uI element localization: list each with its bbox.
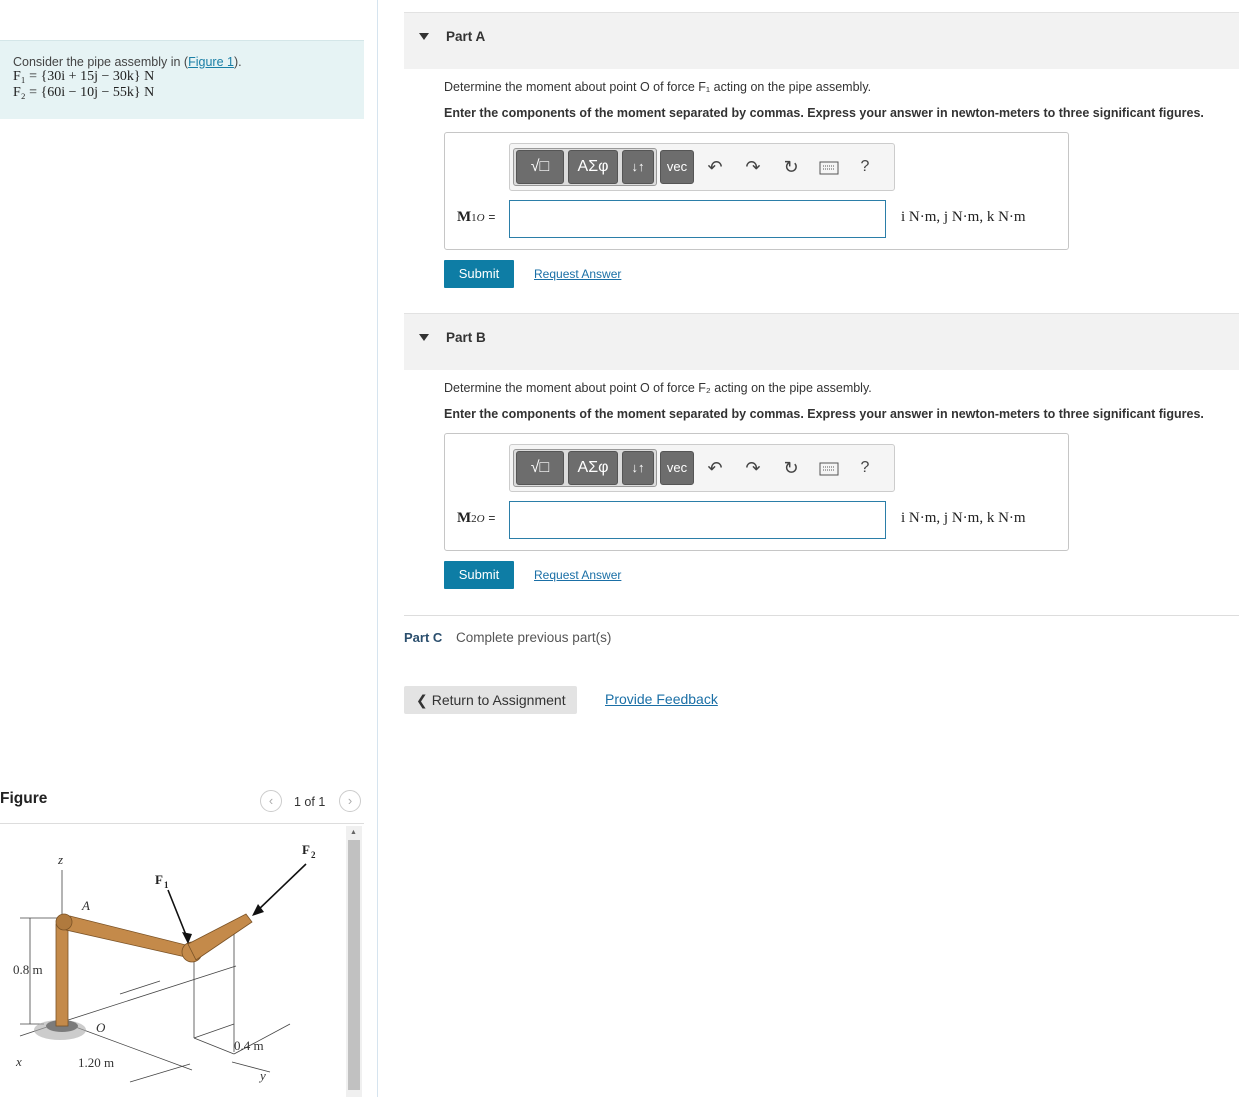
z-axis-label: z bbox=[57, 852, 63, 867]
redo-icon[interactable]: ↷ bbox=[738, 451, 768, 485]
figure-next-button[interactable]: › bbox=[339, 790, 361, 812]
vec-button[interactable]: vec bbox=[660, 451, 694, 485]
collapse-triangle-icon bbox=[419, 33, 429, 40]
help-icon[interactable]: ? bbox=[850, 451, 880, 485]
figure-title: Figure bbox=[0, 790, 48, 807]
provide-feedback-link[interactable]: Provide Feedback bbox=[605, 691, 718, 707]
chevron-left-icon: ❮ bbox=[416, 692, 428, 708]
force-f2: F₂ = {60i − 10j − 55k} N bbox=[13, 85, 155, 100]
part-c-title: Part C bbox=[404, 630, 443, 645]
part-c-desc: Complete previous part(s) bbox=[456, 630, 612, 645]
f2-sub: 2 bbox=[311, 850, 316, 860]
part-b-answer-input[interactable] bbox=[509, 501, 886, 539]
keyboard-icon[interactable] bbox=[814, 150, 844, 184]
f1-label: F bbox=[155, 872, 163, 887]
dim-120-label: 1.20 m bbox=[78, 1055, 114, 1070]
arrows-button[interactable]: ↓↑ bbox=[622, 150, 654, 184]
greek-button[interactable]: ΑΣφ bbox=[568, 150, 618, 184]
part-a-header[interactable]: Part A bbox=[404, 12, 1239, 69]
part-a-request-answer-link[interactable]: Request Answer bbox=[534, 267, 621, 281]
divider bbox=[404, 615, 1239, 616]
vec-button[interactable]: vec bbox=[660, 150, 694, 184]
y-axis-label: y bbox=[258, 1068, 266, 1083]
undo-icon[interactable]: ↶ bbox=[700, 150, 730, 184]
scrollbar-thumb[interactable] bbox=[348, 840, 360, 1090]
return-label: Return to Assignment bbox=[431, 692, 566, 708]
part-a-answer-input[interactable] bbox=[509, 200, 886, 238]
math-toolbar: √□ ΑΣφ ↓↑ vec ↶ ↷ ↻ ? bbox=[509, 143, 895, 191]
part-b-instruction: Enter the components of the moment separ… bbox=[444, 407, 1204, 421]
part-a-question: Determine the moment about point O of fo… bbox=[444, 80, 872, 94]
return-to-assignment-button[interactable]: ❮ Return to Assignment bbox=[404, 686, 577, 714]
redo-icon[interactable]: ↷ bbox=[738, 150, 768, 184]
part-a-instruction: Enter the components of the moment separ… bbox=[444, 106, 1204, 120]
pipe-assembly-figure: z A O x y F 1 F 2 0.8 m 1.20 m 0.4 m bbox=[0, 826, 346, 1097]
reset-icon[interactable]: ↻ bbox=[776, 451, 806, 485]
figure-header: Figure ‹ 1 of 1 › bbox=[0, 788, 364, 824]
problem-intro: Consider the pipe assembly in ( bbox=[13, 55, 189, 69]
part-b-units: i N·m, j N·m, k N·m bbox=[901, 510, 1026, 526]
templates-button[interactable]: √□ bbox=[516, 451, 564, 485]
part-b-title: Part B bbox=[446, 330, 486, 345]
part-b-submit-button[interactable]: Submit bbox=[444, 561, 514, 589]
figure-link[interactable]: Figure 1 bbox=[188, 55, 234, 69]
point-a-label: A bbox=[81, 898, 90, 913]
scroll-up-arrow-icon[interactable]: ▲ bbox=[350, 829, 357, 836]
keyboard-icon[interactable] bbox=[814, 451, 844, 485]
part-b-var-label: M2O = bbox=[457, 510, 496, 526]
problem-statement: Consider the pipe assembly in (Figure 1)… bbox=[0, 40, 364, 119]
point-o-label: O bbox=[96, 1020, 106, 1035]
part-b-request-answer-link[interactable]: Request Answer bbox=[534, 568, 621, 582]
reset-icon[interactable]: ↻ bbox=[776, 150, 806, 184]
math-toolbar: √□ ΑΣφ ↓↑ vec ↶ ↷ ↻ ? bbox=[509, 444, 895, 492]
part-a-var-label: M1O = bbox=[457, 209, 496, 225]
part-a-submit-button[interactable]: Submit bbox=[444, 260, 514, 288]
f1-sub: 1 bbox=[164, 880, 169, 890]
dim-08-label: 0.8 m bbox=[13, 962, 43, 977]
part-b-answer-box: √□ ΑΣφ ↓↑ vec ↶ ↷ ↻ ? M2O = i N·m, j N·m… bbox=[444, 433, 1069, 551]
undo-icon[interactable]: ↶ bbox=[700, 451, 730, 485]
problem-intro-end: ). bbox=[233, 55, 242, 69]
figure-counter: 1 of 1 bbox=[294, 795, 326, 809]
collapse-triangle-icon bbox=[419, 334, 429, 341]
x-axis-label: x bbox=[15, 1054, 22, 1069]
part-a-units: i N·m, j N·m, k N·m bbox=[901, 209, 1026, 225]
part-b-header[interactable]: Part B bbox=[404, 313, 1239, 370]
part-a-title: Part A bbox=[446, 29, 486, 44]
figure-prev-button[interactable]: ‹ bbox=[260, 790, 282, 812]
arrows-button[interactable]: ↓↑ bbox=[622, 451, 654, 485]
force-f1: F₁ = {30i + 15j − 30k} N bbox=[13, 69, 155, 84]
dim-04-label: 0.4 m bbox=[234, 1038, 264, 1053]
figure-scrollbar[interactable]: ▲ bbox=[346, 826, 362, 1097]
help-icon[interactable]: ? bbox=[850, 150, 880, 184]
templates-button[interactable]: √□ bbox=[516, 150, 564, 184]
greek-button[interactable]: ΑΣφ bbox=[568, 451, 618, 485]
part-a-answer-box: √□ ΑΣφ ↓↑ vec ↶ ↷ ↻ ? M1O = i N·m, j N·m… bbox=[444, 132, 1069, 250]
f2-label: F bbox=[302, 842, 310, 857]
left-panel: Consider the pipe assembly in (Figure 1)… bbox=[0, 0, 378, 1097]
part-b-question: Determine the moment about point O of fo… bbox=[444, 381, 872, 395]
